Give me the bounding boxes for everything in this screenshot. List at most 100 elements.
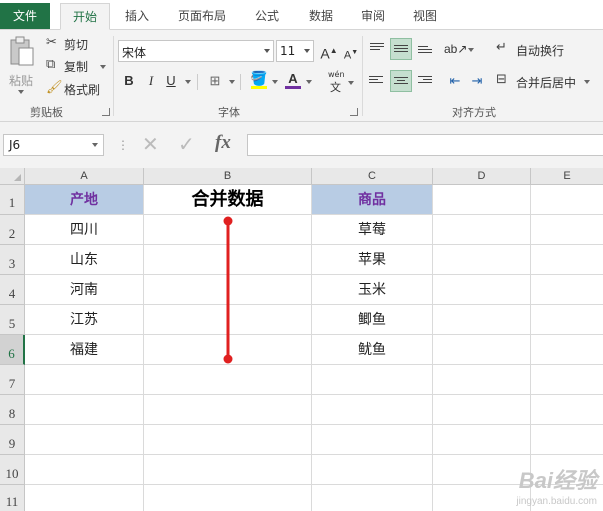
row-header-9[interactable]: 9 xyxy=(0,425,25,455)
align-left-button[interactable] xyxy=(366,70,388,92)
cell-c7[interactable] xyxy=(312,365,433,395)
tab-formulas[interactable]: 公式 xyxy=(244,3,290,30)
cell-a8[interactable] xyxy=(25,395,144,425)
row-header-2[interactable]: 2 xyxy=(0,215,25,245)
cell-a1[interactable]: 产地 xyxy=(25,185,144,215)
tab-home[interactable]: 开始 xyxy=(60,3,110,30)
row-header-7[interactable]: 7 xyxy=(0,365,25,395)
insert-function-button[interactable]: fx xyxy=(215,132,231,154)
column-header-c[interactable]: C xyxy=(312,168,433,185)
cell-c11[interactable] xyxy=(312,485,433,511)
font-color-dropdown-icon[interactable] xyxy=(306,80,312,84)
cell-e6[interactable] xyxy=(531,335,603,365)
cell-d2[interactable] xyxy=(433,215,531,245)
align-middle-button[interactable] xyxy=(390,38,412,60)
cell-d4[interactable] xyxy=(433,275,531,305)
cell-a6[interactable]: 福建 xyxy=(25,335,144,365)
row-header-8[interactable]: 8 xyxy=(0,395,25,425)
align-right-button[interactable] xyxy=(414,70,436,92)
decrease-font-size-button[interactable]: A▼ xyxy=(340,42,362,64)
cell-b9[interactable] xyxy=(144,425,312,455)
cell-a11[interactable] xyxy=(25,485,144,511)
underline-dropdown-icon[interactable] xyxy=(185,80,191,84)
cell-a7[interactable] xyxy=(25,365,144,395)
column-header-d[interactable]: D xyxy=(433,168,531,185)
cell-e5[interactable] xyxy=(531,305,603,335)
row-header-5[interactable]: 5 xyxy=(0,305,25,335)
cell-e2[interactable] xyxy=(531,215,603,245)
cut-button[interactable]: ✂ 剪切 xyxy=(46,35,96,53)
orientation-dropdown-icon[interactable] xyxy=(468,48,474,52)
border-dropdown-icon[interactable] xyxy=(229,80,235,84)
cell-a5[interactable]: 江苏 xyxy=(25,305,144,335)
fill-color-button[interactable]: 🪣 xyxy=(248,68,270,90)
cell-d9[interactable] xyxy=(433,425,531,455)
orientation-button[interactable]: ab↗ xyxy=(444,38,467,60)
row-header-4[interactable]: 4 xyxy=(0,275,25,305)
align-center-button[interactable] xyxy=(390,70,412,92)
tab-review[interactable]: 审阅 xyxy=(350,3,396,30)
spreadsheet-grid[interactable]: A B C D E 1 2 3 4 5 6 7 8 9 10 11 产地 合并数… xyxy=(0,168,603,511)
tab-page-layout[interactable]: 页面布局 xyxy=(168,3,236,30)
cell-b10[interactable] xyxy=(144,455,312,485)
increase-font-size-button[interactable]: A▲ xyxy=(318,40,340,62)
cell-d1[interactable] xyxy=(433,185,531,215)
wrap-text-button[interactable]: ↵ 自动换行 xyxy=(496,40,568,60)
cell-c8[interactable] xyxy=(312,395,433,425)
tab-insert[interactable]: 插入 xyxy=(112,3,162,30)
cell-e1[interactable] xyxy=(531,185,603,215)
cell-a4[interactable]: 河南 xyxy=(25,275,144,305)
cell-c4[interactable]: 玉米 xyxy=(312,275,433,305)
decrease-indent-button[interactable]: ⇤ xyxy=(444,70,466,92)
cell-b11[interactable] xyxy=(144,485,312,511)
cell-c2[interactable]: 草莓 xyxy=(312,215,433,245)
enter-check-icon[interactable]: ✓ xyxy=(178,132,195,156)
tab-data[interactable]: 数据 xyxy=(298,3,344,30)
cell-d8[interactable] xyxy=(433,395,531,425)
cell-e4[interactable] xyxy=(531,275,603,305)
italic-button[interactable]: I xyxy=(140,70,162,92)
cell-b1[interactable]: 合并数据 xyxy=(144,185,312,215)
row-header-1[interactable]: 1 xyxy=(0,185,25,215)
increase-indent-button[interactable]: ⇥ xyxy=(466,70,488,92)
underline-button[interactable]: U xyxy=(160,70,182,92)
fill-color-dropdown-icon[interactable] xyxy=(272,80,278,84)
bold-button[interactable]: B xyxy=(118,70,140,92)
font-color-button[interactable]: A xyxy=(282,68,304,90)
cell-d3[interactable] xyxy=(433,245,531,275)
cell-e7[interactable] xyxy=(531,365,603,395)
column-header-a[interactable]: A xyxy=(25,168,144,185)
cell-a3[interactable]: 山东 xyxy=(25,245,144,275)
cell-c9[interactable] xyxy=(312,425,433,455)
font-size-select[interactable]: 11 xyxy=(276,40,314,62)
cell-b8[interactable] xyxy=(144,395,312,425)
cell-c3[interactable]: 苹果 xyxy=(312,245,433,275)
border-button[interactable]: ⊞ xyxy=(204,70,226,92)
format-painter-button[interactable]: 🖌 格式刷 xyxy=(46,80,106,98)
cell-a2[interactable]: 四川 xyxy=(25,215,144,245)
cell-a9[interactable] xyxy=(25,425,144,455)
formula-input[interactable] xyxy=(247,134,603,156)
cell-c10[interactable] xyxy=(312,455,433,485)
name-box[interactable]: J6 xyxy=(3,134,104,156)
row-header-3[interactable]: 3 xyxy=(0,245,25,275)
cell-c5[interactable]: 鲫鱼 xyxy=(312,305,433,335)
cell-e3[interactable] xyxy=(531,245,603,275)
cell-d5[interactable] xyxy=(433,305,531,335)
font-launcher-icon[interactable] xyxy=(350,108,358,116)
phonetic-guide-button[interactable]: wén 文 xyxy=(320,68,356,94)
row-header-11[interactable]: 11 xyxy=(0,485,25,511)
cell-e8[interactable] xyxy=(531,395,603,425)
tab-file[interactable]: 文件 xyxy=(0,3,50,29)
cell-d6[interactable] xyxy=(433,335,531,365)
align-bottom-button[interactable] xyxy=(414,38,436,60)
cell-e9[interactable] xyxy=(531,425,603,455)
cell-c1[interactable]: 商品 xyxy=(312,185,433,215)
select-all-button[interactable] xyxy=(0,168,25,185)
align-top-button[interactable] xyxy=(366,38,388,60)
tab-view[interactable]: 视图 xyxy=(402,3,448,30)
cell-c6[interactable]: 鱿鱼 xyxy=(312,335,433,365)
paste-button[interactable]: 粘贴 xyxy=(6,34,36,98)
cell-b7[interactable] xyxy=(144,365,312,395)
column-header-e[interactable]: E xyxy=(531,168,603,185)
